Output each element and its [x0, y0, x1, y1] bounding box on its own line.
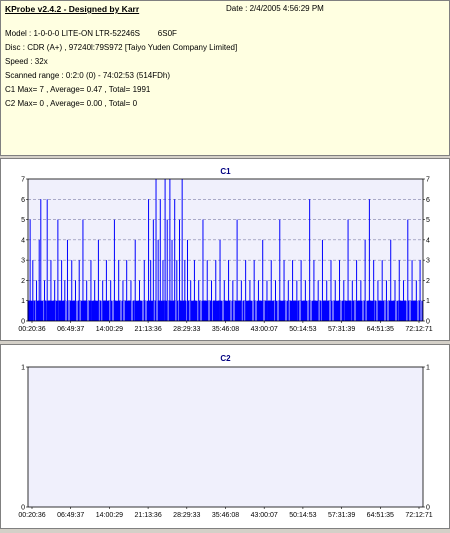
chart1-xtick-label: 14:00:29: [96, 326, 123, 333]
chart1-ytick-left: 4: [21, 237, 25, 244]
chart1-ytick-right: 0: [426, 319, 430, 326]
speed-line: Speed : 32x: [5, 57, 48, 66]
chart2-ytick-right: 0: [426, 505, 430, 512]
chart1-ytick-right: 1: [426, 298, 430, 305]
chart1-plot-area: [28, 179, 423, 321]
c1-stats-line: C1 Max= 7 , Average= 0.47 , Total= 1991: [5, 85, 151, 94]
scanned-range-line: Scanned range : 0:2:0 (0) - 74:02:53 (51…: [5, 71, 170, 80]
chart1-xtick-label: 00:20:36: [18, 326, 45, 333]
chart2-xtick-label: 64:51:35: [367, 512, 394, 519]
chart2-xtick-label: 21:13:36: [134, 512, 161, 519]
c2-chart: C2 0 0 1 1 00:20:36 06:49:37 14:00:29 21:13:36 28…: [18, 354, 432, 519]
chart1-title: C1: [220, 167, 231, 176]
chart1-ytick-left: 1: [21, 298, 25, 305]
chart1-ytick-right: 4: [426, 237, 430, 244]
chart2-xtick-label: 35:46:08: [212, 512, 239, 519]
chart1-ytick-right: 5: [426, 217, 430, 224]
chart2-xtick-label: 14:00:29: [96, 512, 123, 519]
chart1-ytick-right: 2: [426, 278, 430, 285]
app-title: KProbe v2.4.2 - Designed by Karr: [5, 4, 140, 14]
chart1-ytick-left: 0: [21, 319, 25, 326]
chart2-plot-area: [28, 367, 423, 507]
chart2-xtick-label: 00:20:36: [18, 512, 45, 519]
chart1-ytick-left: 3: [21, 258, 25, 265]
chart1-xtick-label: 72:12:71: [405, 326, 432, 333]
chart1-ytick-right: 7: [426, 177, 430, 184]
chart2-title: C2: [220, 354, 231, 363]
info-panel: KProbe v2.4.2 - Designed by Karr Date : …: [0, 0, 450, 156]
chart1-xtick-label: 64:51:35: [367, 326, 394, 333]
model-line: Model : 1-0-0-0 LITE-ON LTR-52246S 6S0F: [5, 29, 177, 38]
chart1-xtick-label: 28:29:33: [173, 326, 200, 333]
c2-stats-line: C2 Max= 0 , Average= 0.00 , Total= 0: [5, 99, 138, 108]
chart1-ytick-left: 7: [21, 177, 25, 184]
chart2-xtick-label: 28:29:33: [173, 512, 200, 519]
c1-chart-panel: C1 0 0 1 1 2 2 3 3 4 4 5 5 6 6 7 7 00:20:36 06:49:37 14:00:…: [0, 158, 450, 341]
disc-line: Disc : CDR (A+) , 97240l:79S972 [Taiyo Y…: [5, 43, 238, 52]
chart2-xtick-label: 06:49:37: [57, 512, 84, 519]
chart1-xtick-label: 06:49:37: [57, 326, 84, 333]
chart2-xtick-label: 50:14:53: [289, 512, 316, 519]
c1-chart: C1 0 0 1 1 2 2 3 3 4 4 5 5 6 6 7 7 00:20:36 06:49:37 14:00:…: [18, 167, 432, 333]
chart1-xtick-label: 35:46:08: [212, 326, 239, 333]
chart2-ytick-left: 0: [21, 505, 25, 512]
chart1-xtick-label: 43:00:07: [251, 326, 278, 333]
chart1-xtick-label: 50:14:53: [289, 326, 316, 333]
chart1-xtick-label: 57:31:39: [328, 326, 355, 333]
chart2-ytick-right: 1: [426, 365, 430, 372]
chart1-ytick-left: 2: [21, 278, 25, 285]
chart2-xtick-label: 57:31:39: [328, 512, 355, 519]
chart2-xtick-label: 72:12:71: [405, 512, 432, 519]
chart2-ytick-left: 1: [21, 365, 25, 372]
chart1-ytick-left: 6: [21, 197, 25, 204]
chart1-ytick-right: 6: [426, 197, 430, 204]
c2-chart-panel: C2 0 0 1 1 00:20:36 06:49:37 14:00:29 21:13:36 28…: [0, 344, 450, 529]
scan-date: Date : 2/4/2005 4:56:29 PM: [226, 4, 324, 13]
chart1-ytick-right: 3: [426, 258, 430, 265]
chart1-ytick-left: 5: [21, 217, 25, 224]
chart2-xtick-label: 43:00:07: [251, 512, 278, 519]
chart1-xtick-label: 21:13:36: [134, 326, 161, 333]
